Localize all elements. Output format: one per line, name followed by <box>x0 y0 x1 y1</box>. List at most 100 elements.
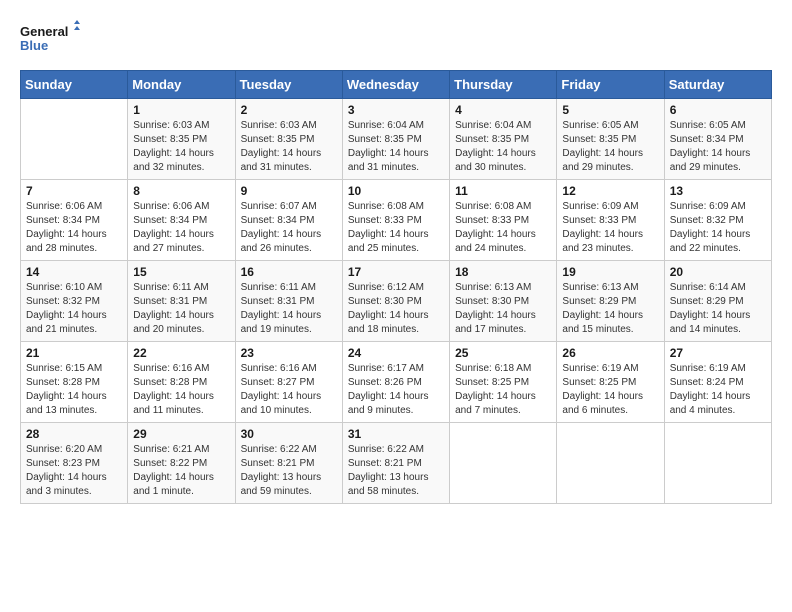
calendar-cell: 4Sunrise: 6:04 AM Sunset: 8:35 PM Daylig… <box>450 99 557 180</box>
day-info: Sunrise: 6:19 AM Sunset: 8:24 PM Dayligh… <box>670 362 766 418</box>
calendar-cell: 20 Sunrise: 6:14 AM Sunset: 8:29 PM Dayli… <box>664 261 771 342</box>
day-number: 10 <box>348 184 444 198</box>
calendar-cell: 17 Sunrise: 6:12 AM Sunset: 8:30 PM Dayli… <box>342 261 449 342</box>
calendar-cell: 2 Sunrise: 6:03 AM Sunset: 8:35 PM Daylig… <box>235 99 342 180</box>
calendar-cell: 3Sunrise: 6:04 AM Sunset: 8:35 PM Daylig… <box>342 99 449 180</box>
day-info: Sunrise: 6:05 AM Sunset: 8:34 PM Dayligh… <box>670 119 766 175</box>
day-header-saturday: Saturday <box>664 71 771 99</box>
day-number: 24 <box>348 346 444 360</box>
calendar-cell: 19 Sunrise: 6:13 AM Sunset: 8:29 PM Dayli… <box>557 261 664 342</box>
day-info: Sunrise: 6:09 AM Sunset: 8:33 PM Dayligh… <box>562 200 658 256</box>
day-info: Sunrise: 6:13 AM Sunset: 8:30 PM Dayligh… <box>455 281 551 337</box>
calendar-table: SundayMondayTuesdayWednesdayThursdayFrid… <box>20 70 772 504</box>
day-info: Sunrise: 6:06 AM Sunset: 8:34 PM Dayligh… <box>133 200 229 256</box>
calendar-week-row: 21 Sunrise: 6:15 AM Sunset: 8:28 PM Dayli… <box>21 342 772 423</box>
day-info: Sunrise: 6:06 AM Sunset: 8:34 PM Dayligh… <box>26 200 122 256</box>
calendar-cell: 8 Sunrise: 6:06 AM Sunset: 8:34 PM Daylig… <box>128 180 235 261</box>
day-number: 9 <box>241 184 337 198</box>
day-number: 30 <box>241 427 337 441</box>
day-number: 14 <box>26 265 122 279</box>
day-number: 23 <box>241 346 337 360</box>
day-number: 22 <box>133 346 229 360</box>
day-number: 3 <box>348 103 444 117</box>
day-number: 8 <box>133 184 229 198</box>
day-number: 28 <box>26 427 122 441</box>
calendar-cell: 1Sunrise: 6:03 AM Sunset: 8:35 PM Daylig… <box>128 99 235 180</box>
day-info: Sunrise: 6:07 AM Sunset: 8:34 PM Dayligh… <box>241 200 337 256</box>
calendar-week-row: 28 Sunrise: 6:20 AM Sunset: 8:23 PM Dayli… <box>21 423 772 504</box>
calendar-cell: 15 Sunrise: 6:11 AM Sunset: 8:31 PM Dayli… <box>128 261 235 342</box>
calendar-cell: 31Sunrise: 6:22 AM Sunset: 8:21 PM Dayli… <box>342 423 449 504</box>
logo-svg: General Blue <box>20 20 80 60</box>
calendar-cell: 25Sunrise: 6:18 AM Sunset: 8:25 PM Dayli… <box>450 342 557 423</box>
calendar-cell <box>450 423 557 504</box>
day-number: 19 <box>562 265 658 279</box>
day-header-tuesday: Tuesday <box>235 71 342 99</box>
day-info: Sunrise: 6:21 AM Sunset: 8:22 PM Dayligh… <box>133 443 229 499</box>
day-number: 16 <box>241 265 337 279</box>
calendar-cell: 18 Sunrise: 6:13 AM Sunset: 8:30 PM Dayli… <box>450 261 557 342</box>
day-number: 15 <box>133 265 229 279</box>
day-number: 31 <box>348 427 444 441</box>
day-header-friday: Friday <box>557 71 664 99</box>
day-info: Sunrise: 6:17 AM Sunset: 8:26 PM Dayligh… <box>348 362 444 418</box>
day-info: Sunrise: 6:20 AM Sunset: 8:23 PM Dayligh… <box>26 443 122 499</box>
day-info: Sunrise: 6:11 AM Sunset: 8:31 PM Dayligh… <box>133 281 229 337</box>
day-info: Sunrise: 6:03 AM Sunset: 8:35 PM Dayligh… <box>241 119 337 175</box>
calendar-cell <box>21 99 128 180</box>
day-info: Sunrise: 6:16 AM Sunset: 8:27 PM Dayligh… <box>241 362 337 418</box>
day-info: Sunrise: 6:05 AM Sunset: 8:35 PM Dayligh… <box>562 119 658 175</box>
day-number: 29 <box>133 427 229 441</box>
page-header: General Blue <box>20 20 772 60</box>
day-number: 7 <box>26 184 122 198</box>
calendar-header-row: SundayMondayTuesdayWednesdayThursdayFrid… <box>21 71 772 99</box>
calendar-cell: 14 Sunrise: 6:10 AM Sunset: 8:32 PM Dayli… <box>21 261 128 342</box>
day-number: 2 <box>241 103 337 117</box>
day-info: Sunrise: 6:19 AM Sunset: 8:25 PM Dayligh… <box>562 362 658 418</box>
day-number: 21 <box>26 346 122 360</box>
day-info: Sunrise: 6:12 AM Sunset: 8:30 PM Dayligh… <box>348 281 444 337</box>
calendar-cell: 28 Sunrise: 6:20 AM Sunset: 8:23 PM Dayli… <box>21 423 128 504</box>
day-number: 12 <box>562 184 658 198</box>
day-info: Sunrise: 6:08 AM Sunset: 8:33 PM Dayligh… <box>455 200 551 256</box>
calendar-week-row: 1 Sunrise: 6:03 AM Sunset: 8:35 PM Daylig… <box>21 99 772 180</box>
day-info: Sunrise: 6:04 AM Sunset: 8:35 PM Dayligh… <box>455 119 551 175</box>
day-info: Sunrise: 6:22 AM Sunset: 8:21 PM Dayligh… <box>241 443 337 499</box>
day-info: Sunrise: 6:15 AM Sunset: 8:28 PM Dayligh… <box>26 362 122 418</box>
day-number: 26 <box>562 346 658 360</box>
calendar-cell: 26 Sunrise: 6:19 AM Sunset: 8:25 PM Dayli… <box>557 342 664 423</box>
calendar-cell: 9 Sunrise: 6:07 AM Sunset: 8:34 PM Daylig… <box>235 180 342 261</box>
day-number: 11 <box>455 184 551 198</box>
day-info: Sunrise: 6:08 AM Sunset: 8:33 PM Dayligh… <box>348 200 444 256</box>
calendar-cell: 24 Sunrise: 6:17 AM Sunset: 8:26 PM Dayli… <box>342 342 449 423</box>
calendar-cell: 29 Sunrise: 6:21 AM Sunset: 8:22 PM Dayli… <box>128 423 235 504</box>
calendar-cell: 21 Sunrise: 6:15 AM Sunset: 8:28 PM Dayli… <box>21 342 128 423</box>
day-number: 27 <box>670 346 766 360</box>
day-header-sunday: Sunday <box>21 71 128 99</box>
calendar-cell: 23 Sunrise: 6:16 AM Sunset: 8:27 PM Dayli… <box>235 342 342 423</box>
day-number: 18 <box>455 265 551 279</box>
calendar-week-row: 14 Sunrise: 6:10 AM Sunset: 8:32 PM Dayli… <box>21 261 772 342</box>
calendar-cell: 22 Sunrise: 6:16 AM Sunset: 8:28 PM Dayli… <box>128 342 235 423</box>
day-number: 20 <box>670 265 766 279</box>
calendar-cell: 10 Sunrise: 6:08 AM Sunset: 8:33 PM Dayli… <box>342 180 449 261</box>
day-header-thursday: Thursday <box>450 71 557 99</box>
day-info: Sunrise: 6:09 AM Sunset: 8:32 PM Dayligh… <box>670 200 766 256</box>
day-number: 17 <box>348 265 444 279</box>
day-info: Sunrise: 6:10 AM Sunset: 8:32 PM Dayligh… <box>26 281 122 337</box>
calendar-week-row: 7 Sunrise: 6:06 AM Sunset: 8:34 PM Daylig… <box>21 180 772 261</box>
calendar-cell: 6 Sunrise: 6:05 AM Sunset: 8:34 PM Daylig… <box>664 99 771 180</box>
day-number: 1 <box>133 103 229 117</box>
day-info: Sunrise: 6:14 AM Sunset: 8:29 PM Dayligh… <box>670 281 766 337</box>
day-info: Sunrise: 6:16 AM Sunset: 8:28 PM Dayligh… <box>133 362 229 418</box>
logo: General Blue <box>20 20 80 60</box>
calendar-cell <box>664 423 771 504</box>
day-number: 5 <box>562 103 658 117</box>
day-info: Sunrise: 6:13 AM Sunset: 8:29 PM Dayligh… <box>562 281 658 337</box>
calendar-cell: 11 Sunrise: 6:08 AM Sunset: 8:33 PM Dayli… <box>450 180 557 261</box>
day-number: 6 <box>670 103 766 117</box>
calendar-cell: 5 Sunrise: 6:05 AM Sunset: 8:35 PM Daylig… <box>557 99 664 180</box>
day-info: Sunrise: 6:18 AM Sunset: 8:25 PM Dayligh… <box>455 362 551 418</box>
calendar-cell: 27 Sunrise: 6:19 AM Sunset: 8:24 PM Dayli… <box>664 342 771 423</box>
day-number: 13 <box>670 184 766 198</box>
